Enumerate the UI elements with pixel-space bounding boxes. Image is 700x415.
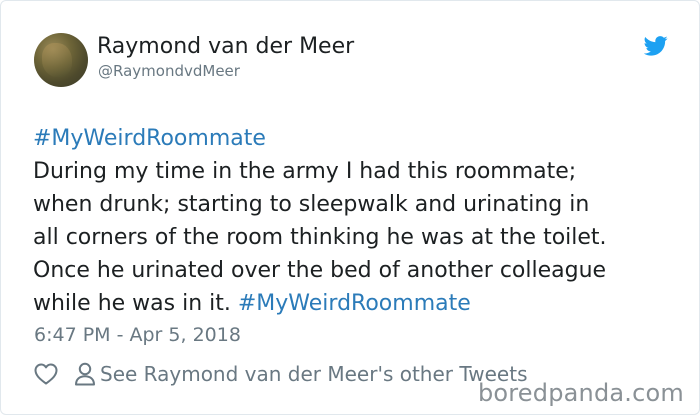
tweet-line-last: while he was in it. #MyWeirdRoommate: [33, 287, 683, 320]
other-tweets-link[interactable]: See Raymond van der Meer's other Tweets: [100, 361, 528, 387]
heart-icon[interactable]: [34, 363, 58, 385]
avatar[interactable]: [34, 33, 88, 87]
tweet-text: #MyWeirdRoommate During my time in the a…: [33, 122, 683, 320]
tweet-line: During my time in the army I had this ro…: [33, 159, 577, 184]
hashtag-link[interactable]: #MyWeirdRoommate: [33, 122, 683, 155]
author-handle[interactable]: @RaymondvdMeer: [98, 62, 240, 80]
tweet-line: all corners of the room thinking he was …: [33, 225, 607, 250]
tweet-card: Raymond van der Meer @RaymondvdMeer #MyW…: [0, 0, 700, 415]
tweet-line-text: while he was in it.: [33, 291, 238, 316]
person-icon[interactable]: [74, 362, 96, 386]
tweet-timestamp[interactable]: 6:47 PM - Apr 5, 2018: [34, 322, 241, 348]
watermark-text: boredpanda.com: [477, 379, 684, 407]
author-name[interactable]: Raymond van der Meer: [97, 33, 354, 61]
hashtag-link[interactable]: #MyWeirdRoommate: [238, 291, 471, 316]
tweet-actions: See Raymond van der Meer's other Tweets: [34, 360, 528, 388]
twitter-bird-icon[interactable]: [644, 36, 668, 56]
tweet-line: Once he urinated over the bed of another…: [33, 258, 607, 283]
tweet-line: when drunk; starting to sleepwalk and ur…: [33, 192, 590, 217]
